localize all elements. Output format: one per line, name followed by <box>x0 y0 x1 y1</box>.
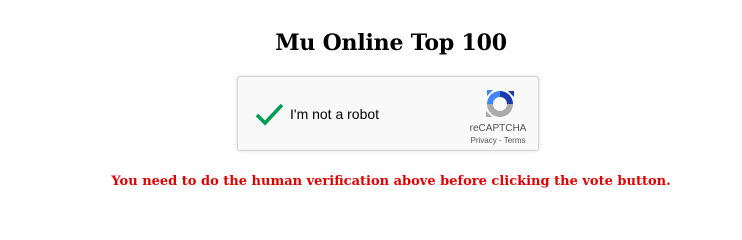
page-title: Mu Online Top 100 <box>275 30 507 56</box>
recaptcha-logo-icon <box>483 87 517 121</box>
links-separator: - <box>496 136 504 145</box>
page: Mu Online Top 100 I'm not a robot reCAPT <box>0 0 742 202</box>
recaptcha-brand-label: reCAPTCHA <box>469 123 527 134</box>
recaptcha-checkbox-label[interactable]: I'm not a robot <box>290 104 379 124</box>
recaptcha-links: Privacy - Terms <box>448 136 548 146</box>
privacy-link[interactable]: Privacy <box>471 136 497 145</box>
recaptcha-checkbox[interactable] <box>253 98 285 130</box>
checkmark-icon <box>255 103 284 126</box>
terms-link[interactable]: Terms <box>504 136 526 145</box>
recaptcha-widget: I'm not a robot reCAPTCHA Privacy - Term… <box>237 76 539 151</box>
verification-warning: You need to do the human verification ab… <box>111 174 671 189</box>
